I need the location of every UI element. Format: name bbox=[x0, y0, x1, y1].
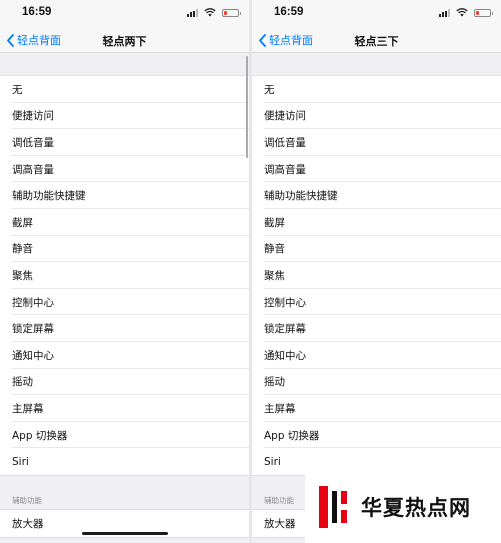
wifi-icon bbox=[204, 8, 216, 17]
list-item-screenshot[interactable]: 截屏 bbox=[252, 209, 501, 236]
wifi-icon bbox=[456, 8, 468, 17]
cellular-signal-icon bbox=[187, 8, 198, 17]
navigation-bar: 轻点背面 轻点两下 bbox=[0, 26, 249, 53]
status-time: 16:59 bbox=[274, 6, 304, 18]
list-item-focus[interactable]: 聚焦 bbox=[0, 262, 249, 289]
list-item-mute[interactable]: 静音 bbox=[0, 236, 249, 263]
list-item-reachability[interactable]: 便捷访问 bbox=[252, 103, 501, 130]
list-item-volume-up[interactable]: 调高音量 bbox=[252, 156, 501, 183]
list-item-lock-screen[interactable]: 锁定屏幕 bbox=[252, 315, 501, 342]
home-indicator bbox=[82, 532, 168, 535]
list-item-reachability[interactable]: 便捷访问 bbox=[0, 103, 249, 130]
watermark-text: 华夏热点网 bbox=[361, 495, 471, 520]
page-title: 轻点两下 bbox=[102, 35, 147, 48]
left-screen: 16:59 轻点背面 轻点两下 无 便捷访问 调低音量 调高音量 辅助功能快捷键… bbox=[0, 0, 249, 543]
scrollbar[interactable] bbox=[246, 56, 248, 158]
list-item-screenshot[interactable]: 截屏 bbox=[0, 209, 249, 236]
status-icons bbox=[187, 8, 241, 17]
navigation-bar: 轻点背面 轻点三下 bbox=[252, 26, 501, 53]
list-item-accessibility-shortcut[interactable]: 辅助功能快捷键 bbox=[0, 182, 249, 209]
list-item-focus[interactable]: 聚焦 bbox=[252, 262, 501, 289]
action-list: 无 便捷访问 调低音量 调高音量 辅助功能快捷键 截屏 静音 聚焦 控制中心 锁… bbox=[0, 75, 249, 476]
right-screen: 16:59 轻点背面 轻点三下 无 便捷访问 调低音量 调高音量 辅助功能快捷键… bbox=[252, 0, 501, 543]
list-item-shake[interactable]: 摇动 bbox=[252, 369, 501, 396]
list-item-accessibility-shortcut[interactable]: 辅助功能快捷键 bbox=[252, 182, 501, 209]
list-item-notification-center[interactable]: 通知中心 bbox=[252, 342, 501, 369]
status-bar: 16:59 bbox=[252, 0, 501, 26]
status-time: 16:59 bbox=[22, 6, 52, 18]
watermark: 华夏热点网 bbox=[305, 470, 501, 543]
list-item-home-screen[interactable]: 主屏幕 bbox=[252, 395, 501, 422]
watermark-logo-icon bbox=[319, 485, 347, 528]
list-item-siri[interactable]: Siri bbox=[0, 448, 249, 475]
list-item-none[interactable]: 无 bbox=[252, 76, 501, 103]
status-icons bbox=[439, 8, 493, 17]
battery-icon bbox=[474, 8, 493, 17]
list-item-volume-down[interactable]: 调低音量 bbox=[0, 129, 249, 156]
list-item-control-center[interactable]: 控制中心 bbox=[0, 289, 249, 316]
list-item-app-switcher[interactable]: App 切换器 bbox=[252, 422, 501, 449]
list-item-notification-center[interactable]: 通知中心 bbox=[0, 342, 249, 369]
list-item-home-screen[interactable]: 主屏幕 bbox=[0, 395, 249, 422]
section-header-accessibility: 辅助功能 bbox=[0, 475, 249, 509]
list-item-control-center[interactable]: 控制中心 bbox=[252, 289, 501, 316]
action-list: 无 便捷访问 调低音量 调高音量 辅助功能快捷键 截屏 静音 聚焦 控制中心 锁… bbox=[252, 75, 501, 476]
list-item-shake[interactable]: 摇动 bbox=[0, 369, 249, 396]
list-item-volume-up[interactable]: 调高音量 bbox=[0, 156, 249, 183]
list-item-lock-screen[interactable]: 锁定屏幕 bbox=[0, 315, 249, 342]
battery-icon bbox=[222, 8, 241, 17]
page-title: 轻点三下 bbox=[354, 35, 399, 48]
list-item-app-switcher[interactable]: App 切换器 bbox=[0, 422, 249, 449]
list-item-none[interactable]: 无 bbox=[0, 76, 249, 103]
cellular-signal-icon bbox=[439, 8, 450, 17]
list-item-volume-down[interactable]: 调低音量 bbox=[252, 129, 501, 156]
list-item-mute[interactable]: 静音 bbox=[252, 236, 501, 263]
status-bar: 16:59 bbox=[0, 0, 249, 26]
